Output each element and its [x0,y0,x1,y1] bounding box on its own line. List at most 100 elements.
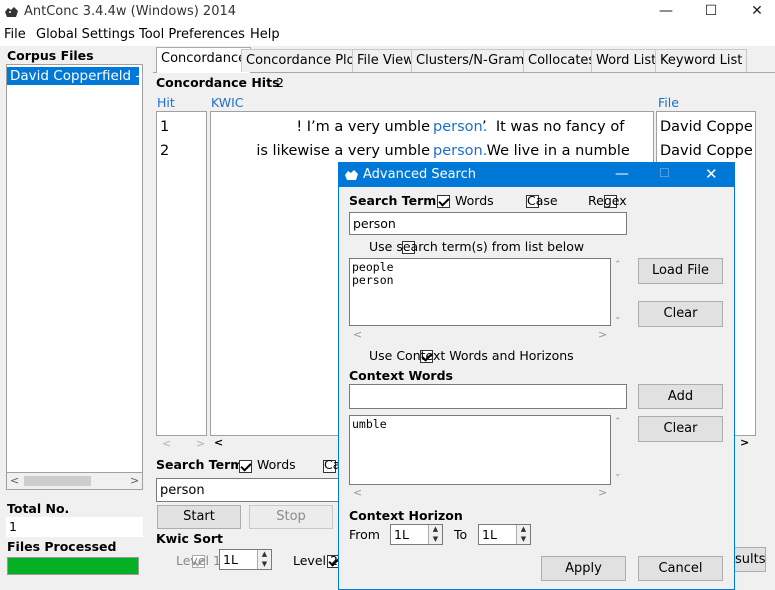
kwic-right-context-2: We live in a numble [482,143,630,159]
tab-word-list[interactable]: Word List [591,49,662,72]
kwic-keyword-1[interactable]: person. [433,119,487,135]
dialog-title-bar: Advanced Search — ☐ ✕ [339,163,734,187]
minimize-icon[interactable]: — [651,2,681,22]
term-list-scroll-down-icon[interactable]: ⌄ [614,312,622,322]
dialog-regex-label: Regex [588,193,627,208]
menu-bar: File Global Settings Tool Preferences He… [0,24,775,46]
search-input[interactable]: person [156,478,340,502]
dialog-words-checkbox[interactable] [437,195,450,208]
context-list-box[interactable]: umble [349,415,611,485]
col-kwic-header[interactable]: KWIC [211,95,244,110]
level2-label: Level 2 [293,553,338,568]
tab-concordance-plot[interactable]: Concordance Plot [241,49,365,72]
dialog-close-icon[interactable]: ✕ [705,165,718,183]
context-list-scroll-down-icon[interactable]: ⌄ [614,469,622,479]
from-down-icon[interactable]: ▼ [428,534,442,544]
term-list-scroll-left-icon[interactable]: < [353,328,362,341]
term-list-item-2[interactable]: person [352,274,608,287]
kwic-left-context-2: is likewise a very umble [256,143,430,159]
to-down-icon[interactable]: ▼ [516,534,530,544]
tab-keyword-list[interactable]: Keyword List [655,49,748,72]
search-term-label: Search Term [156,457,244,472]
corpus-file-item[interactable]: David Copperfield - C [7,67,139,85]
context-horizon-label: Context Horizon [349,508,463,523]
kwic-file-2: David Coppe [660,143,752,159]
corpus-hscrollbar[interactable]: < > [6,473,143,490]
start-button[interactable]: Start [157,505,241,529]
menu-help[interactable]: Help [250,27,280,42]
menu-tool-preferences[interactable]: Tool Preferences [139,27,245,42]
from-up-icon[interactable]: ▲ [428,525,442,535]
context-word-input[interactable] [349,384,627,409]
file-scroll-right-icon[interactable]: > [740,436,749,449]
term-list-scroll-right-icon[interactable]: > [598,328,607,341]
tab-concordance[interactable]: Concordance [156,47,252,73]
hit-column-list[interactable] [156,111,207,436]
files-processed-label: Files Processed [7,539,117,554]
tab-clusters-ngrams[interactable]: Clusters/N-Grams [411,49,537,72]
spin-down-icon[interactable]: ▼ [257,559,271,569]
title-bar: AntConc 3.4.4w (Windows) 2014 — ☐ ✕ [0,0,775,24]
context-words-label: Context Words [349,368,453,383]
level1-value: 1L [223,552,238,567]
col-hit-header[interactable]: Hit [157,95,175,110]
dialog-maximize-icon: ☐ [659,166,670,180]
clear-terms-button[interactable]: Clear [638,301,723,327]
antconc-app-icon [5,7,18,17]
clear-context-button[interactable]: Clear [638,416,723,442]
kwic-left-context-1: ! I’m a very umble [296,119,430,135]
kwic-keyword-2[interactable]: person. [433,143,487,159]
maximize-icon[interactable]: ☐ [696,2,726,22]
from-label: From [349,527,380,542]
scroll-thumb[interactable] [24,476,91,486]
tab-file-view[interactable]: File View [352,49,419,72]
kwic-sort-label: Kwic Sort [156,531,224,546]
dialog-words-label: Words [455,193,494,208]
total-no-value: 1 [6,517,143,537]
total-no-label: Total No. [7,501,70,516]
level1-spinner[interactable]: 1L ▲ ▼ [219,549,272,570]
term-list-scroll-up-icon[interactable]: ⌃ [614,260,622,270]
advanced-search-dialog: Advanced Search — ☐ ✕ Search Term Words … [338,162,735,590]
files-processed-progress [7,557,139,575]
context-list-scroll-left-icon[interactable]: < [353,486,362,499]
to-label: To [454,527,468,542]
concordance-hits-count: 2 [276,75,284,90]
use-context-label: Use Context Words and Horizons [369,348,574,363]
stop-button[interactable]: Stop [249,505,333,529]
results-button[interactable]: sults [730,547,766,572]
context-list-scroll-up-icon[interactable]: ⌃ [614,417,622,427]
context-list-scroll-right-icon[interactable]: > [598,486,607,499]
cancel-button[interactable]: Cancel [638,556,723,581]
menu-file[interactable]: File [4,27,26,42]
apply-button[interactable]: Apply [541,556,626,581]
spin-up-icon[interactable]: ▲ [257,550,271,560]
context-list-item-1[interactable]: umble [352,418,608,431]
to-spinner[interactable]: 1L ▲ ▼ [478,524,531,545]
corpus-files-list[interactable] [6,64,143,473]
concordance-hits-label: Concordance Hits [156,75,280,90]
words-checkbox[interactable] [239,460,252,473]
add-context-button[interactable]: Add [638,384,723,409]
tab-collocates[interactable]: Collocates [523,49,601,72]
hit-scroll-left-icon[interactable]: < [162,437,171,450]
col-file-header[interactable]: File [658,95,679,110]
to-up-icon[interactable]: ▲ [516,525,530,535]
scroll-right-icon[interactable]: > [130,474,139,487]
close-icon[interactable]: ✕ [742,2,772,22]
kwic-file-1: David Coppe [660,119,752,135]
scroll-left-icon[interactable]: < [10,474,19,487]
kwic-scroll-left-icon[interactable]: < [214,436,223,449]
hit-number-2: 2 [160,143,170,159]
hit-scroll-right-icon[interactable]: > [196,437,205,450]
dialog-search-term-label: Search Term [349,193,437,208]
level1-label: Level 1 [176,553,221,568]
term-list-box[interactable]: people person [349,258,611,326]
dialog-minimize-icon[interactable]: — [615,166,629,182]
from-spinner[interactable]: 1L ▲ ▼ [390,524,443,545]
dialog-search-input[interactable]: person [349,212,627,235]
menu-global-settings[interactable]: Global Settings [36,27,135,42]
from-value: 1L [394,527,409,542]
use-list-label: Use search term(s) from list below [369,239,585,254]
load-file-button[interactable]: Load File [638,258,723,284]
